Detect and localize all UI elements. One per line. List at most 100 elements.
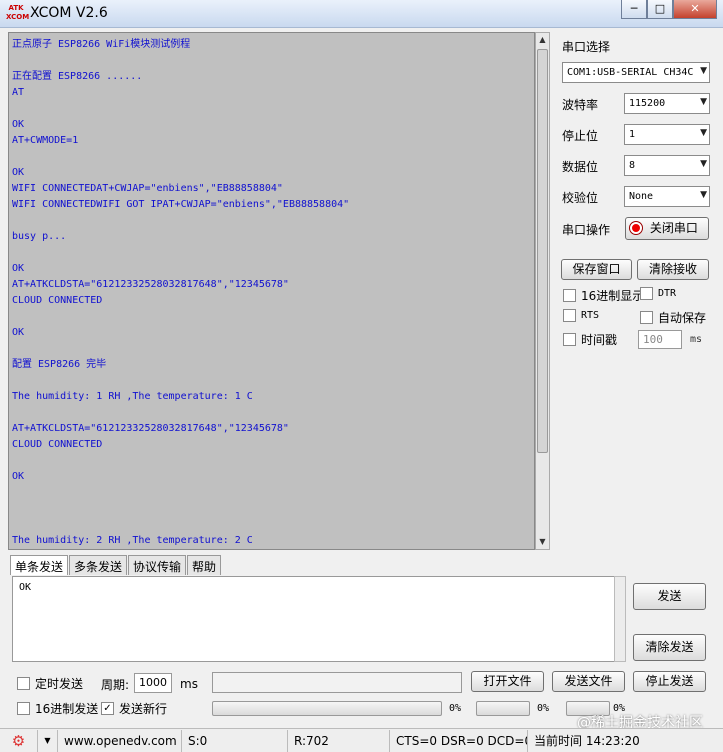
line-status: CTS=0 DSR=0 DCD=0	[390, 729, 528, 752]
tab-protocol[interactable]: 协议传输	[128, 555, 187, 575]
chevron-down-icon: ▼	[700, 128, 707, 138]
close-button[interactable]: ✕	[673, 0, 717, 19]
receive-line	[12, 309, 531, 325]
receive-line: CLOUD CONNECTED	[12, 295, 103, 306]
hex-display-checkbox[interactable]: 16进制显示	[563, 287, 644, 304]
period-unit: ms	[180, 677, 198, 691]
status-bar: ⚙ ▼ www.openedv.com S:0 R:702 CTS=0 DSR=…	[0, 728, 723, 752]
timestamp-input[interactable]: 100	[638, 330, 682, 349]
receive-line: WIFI CONNECTEDAT+CWJAP="enbiens","EB8885…	[12, 183, 283, 194]
parity-select[interactable]: None ▼	[624, 186, 710, 207]
send-count: S:0	[182, 729, 288, 752]
menu-dropdown-icon[interactable]: ▼	[38, 729, 58, 752]
port-select[interactable]: COM1:USB-SERIAL CH34C ▼	[562, 62, 710, 83]
checkbox-box[interactable]	[17, 677, 30, 690]
data-select[interactable]: 8 ▼	[624, 155, 710, 176]
receive-line: OK	[12, 327, 25, 338]
tab-single-send[interactable]: 单条发送	[10, 555, 69, 575]
stop-send-button[interactable]: 停止发送	[633, 671, 706, 692]
timed-send-label: 定时发送	[35, 677, 84, 691]
receive-line	[12, 341, 531, 357]
timestamp-unit: ms	[690, 334, 703, 345]
checkbox-box[interactable]	[563, 309, 576, 322]
checkbox-box[interactable]	[563, 289, 576, 302]
scroll-up-icon[interactable]: ▲	[536, 33, 549, 47]
send-progress-bar	[212, 701, 442, 716]
receive-line: The humidity: 2 RH ,The temperature: 2 C	[12, 535, 253, 546]
maximize-button[interactable]: □	[647, 0, 673, 19]
chevron-down-icon: ▼	[700, 159, 707, 169]
period-input[interactable]: 1000	[134, 673, 172, 693]
rts-checkbox[interactable]: RTS	[563, 309, 599, 322]
close-port-button[interactable]: 关闭串口	[625, 217, 709, 240]
receive-line: CLOUD CONNECTED	[12, 439, 103, 450]
send-textarea[interactable]: OK	[12, 576, 615, 662]
dtr-checkbox[interactable]: DTR	[640, 287, 676, 300]
current-time: 当前时间 14:23:20	[534, 733, 640, 748]
send-button[interactable]: 发送	[633, 583, 706, 610]
scroll-thumb[interactable]	[537, 49, 548, 453]
receive-line: AT	[12, 87, 25, 98]
chevron-down-icon: ▼	[700, 66, 707, 76]
scroll-down-icon[interactable]: ▼	[536, 535, 549, 549]
checkbox-box[interactable]	[640, 311, 653, 324]
receive-count: R:702	[288, 729, 390, 752]
auto-save-checkbox[interactable]: 自动保存	[640, 309, 706, 326]
website-link[interactable]: www.openedv.com	[58, 729, 182, 752]
file-path-input[interactable]	[212, 672, 462, 693]
receive-line	[12, 101, 531, 117]
receive-line	[12, 245, 531, 261]
port-value: COM1:USB-SERIAL CH34C	[567, 67, 694, 78]
timestamp-label: 时间戳	[581, 333, 618, 347]
receive-textarea[interactable]: 正点原子 ESP8266 WiFi模块测试例程 正在配置 ESP8266 ...…	[8, 32, 535, 550]
title-bar: ATK XCOM XCOM V2.6 ─ □ ✕	[0, 0, 723, 28]
rts-label: RTS	[581, 310, 600, 321]
receive-line: 正点原子 ESP8266 WiFi模块测试例程	[12, 39, 191, 50]
window-title: XCOM V2.6	[30, 5, 108, 21]
receive-line: OK	[12, 167, 25, 178]
hex-send-checkbox[interactable]: 16进制发送	[17, 700, 98, 717]
receive-line	[12, 213, 531, 229]
minimize-button[interactable]: ─	[621, 0, 647, 19]
receive-line: 配置 ESP8266 完毕	[12, 359, 107, 370]
auto-save-label: 自动保存	[658, 311, 707, 325]
stop-select[interactable]: 1 ▼	[624, 124, 710, 145]
op-label: 串口操作	[562, 223, 611, 237]
send-newline-checkbox[interactable]: ✓ 发送新行	[101, 700, 167, 717]
stop-value: 1	[629, 129, 636, 140]
checkbox-box[interactable]	[17, 702, 30, 715]
checkbox-box[interactable]	[563, 333, 576, 346]
tab-help[interactable]: 帮助	[187, 555, 222, 575]
save-window-button[interactable]: 保存窗口	[561, 259, 632, 280]
parity-label: 校验位	[562, 191, 599, 205]
chevron-down-icon: ▼	[700, 190, 707, 200]
dtr-label: DTR	[658, 288, 677, 299]
checkbox-box[interactable]: ✓	[101, 702, 114, 715]
hex-send-label: 16进制发送	[35, 702, 99, 716]
receive-line: 正在配置 ESP8266 ......	[12, 71, 143, 82]
receive-line: AT+ATKCLDSTA="61212332528032817648","123…	[12, 279, 289, 290]
baud-select[interactable]: 115200 ▼	[624, 93, 710, 114]
progress-bar-2	[476, 701, 530, 716]
send-scrollbar[interactable]	[614, 576, 626, 662]
app-logo-icon: ATK XCOM	[6, 4, 30, 21]
timestamp-checkbox[interactable]: 时间戳	[563, 331, 617, 348]
receive-line	[12, 373, 531, 389]
clear-receive-button[interactable]: 清除接收	[637, 259, 709, 280]
open-file-button[interactable]: 打开文件	[471, 671, 544, 692]
window-controls: ─ □ ✕	[621, 0, 717, 20]
data-label: 数据位	[562, 160, 599, 174]
progress-1-text: 0%	[449, 703, 462, 714]
hex-display-label: 16进制显示	[581, 289, 645, 303]
receive-scrollbar[interactable]: ▲ ▼	[535, 32, 550, 550]
tab-multi-send[interactable]: 多条发送	[69, 555, 128, 575]
settings-gear-icon[interactable]: ⚙	[0, 729, 38, 752]
receive-line: AT+CWMODE=1	[12, 135, 79, 146]
receive-line: OK	[12, 119, 25, 130]
checkbox-box[interactable]	[640, 287, 653, 300]
clear-send-button[interactable]: 清除发送	[633, 634, 706, 661]
send-file-button[interactable]: 发送文件	[552, 671, 625, 692]
receive-line: OK	[12, 263, 25, 274]
timed-send-checkbox[interactable]: 定时发送	[17, 675, 83, 692]
receive-line	[12, 53, 531, 69]
